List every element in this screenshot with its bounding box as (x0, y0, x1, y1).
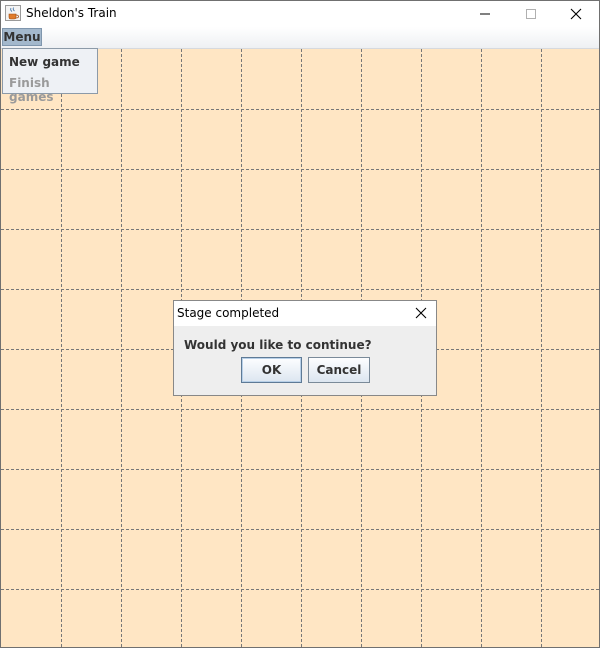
new-game-menu-item[interactable]: New game (9, 55, 80, 69)
cancel-button[interactable]: Cancel (308, 357, 370, 383)
close-button[interactable] (553, 1, 599, 27)
minimize-icon (479, 5, 491, 24)
app-window: Sheldon's Train Menu New game Finish gam… (0, 0, 600, 648)
ok-button[interactable]: OK (241, 357, 302, 383)
menu-button[interactable]: Menu (2, 28, 42, 46)
menu-bar: Menu (1, 27, 599, 49)
dialog-message: Would you like to continue? (184, 338, 372, 352)
maximize-icon (525, 5, 537, 24)
maximize-button[interactable] (508, 1, 554, 27)
dialog-close-button[interactable] (406, 301, 436, 326)
finish-games-menu-item: Finish games (9, 76, 54, 104)
menu-dropdown: New game Finish games (2, 48, 98, 104)
window-title: Sheldon's Train (26, 6, 117, 20)
title-bar[interactable]: Sheldon's Train (1, 1, 599, 27)
minimize-button[interactable] (462, 1, 508, 27)
close-icon (415, 304, 427, 323)
close-icon (570, 5, 582, 24)
dialog-title-bar[interactable]: Stage completed (174, 301, 436, 326)
stage-completed-dialog: Stage completed Would you like to contin… (173, 300, 437, 396)
java-cup-icon (5, 5, 21, 21)
dialog-title: Stage completed (177, 306, 280, 320)
